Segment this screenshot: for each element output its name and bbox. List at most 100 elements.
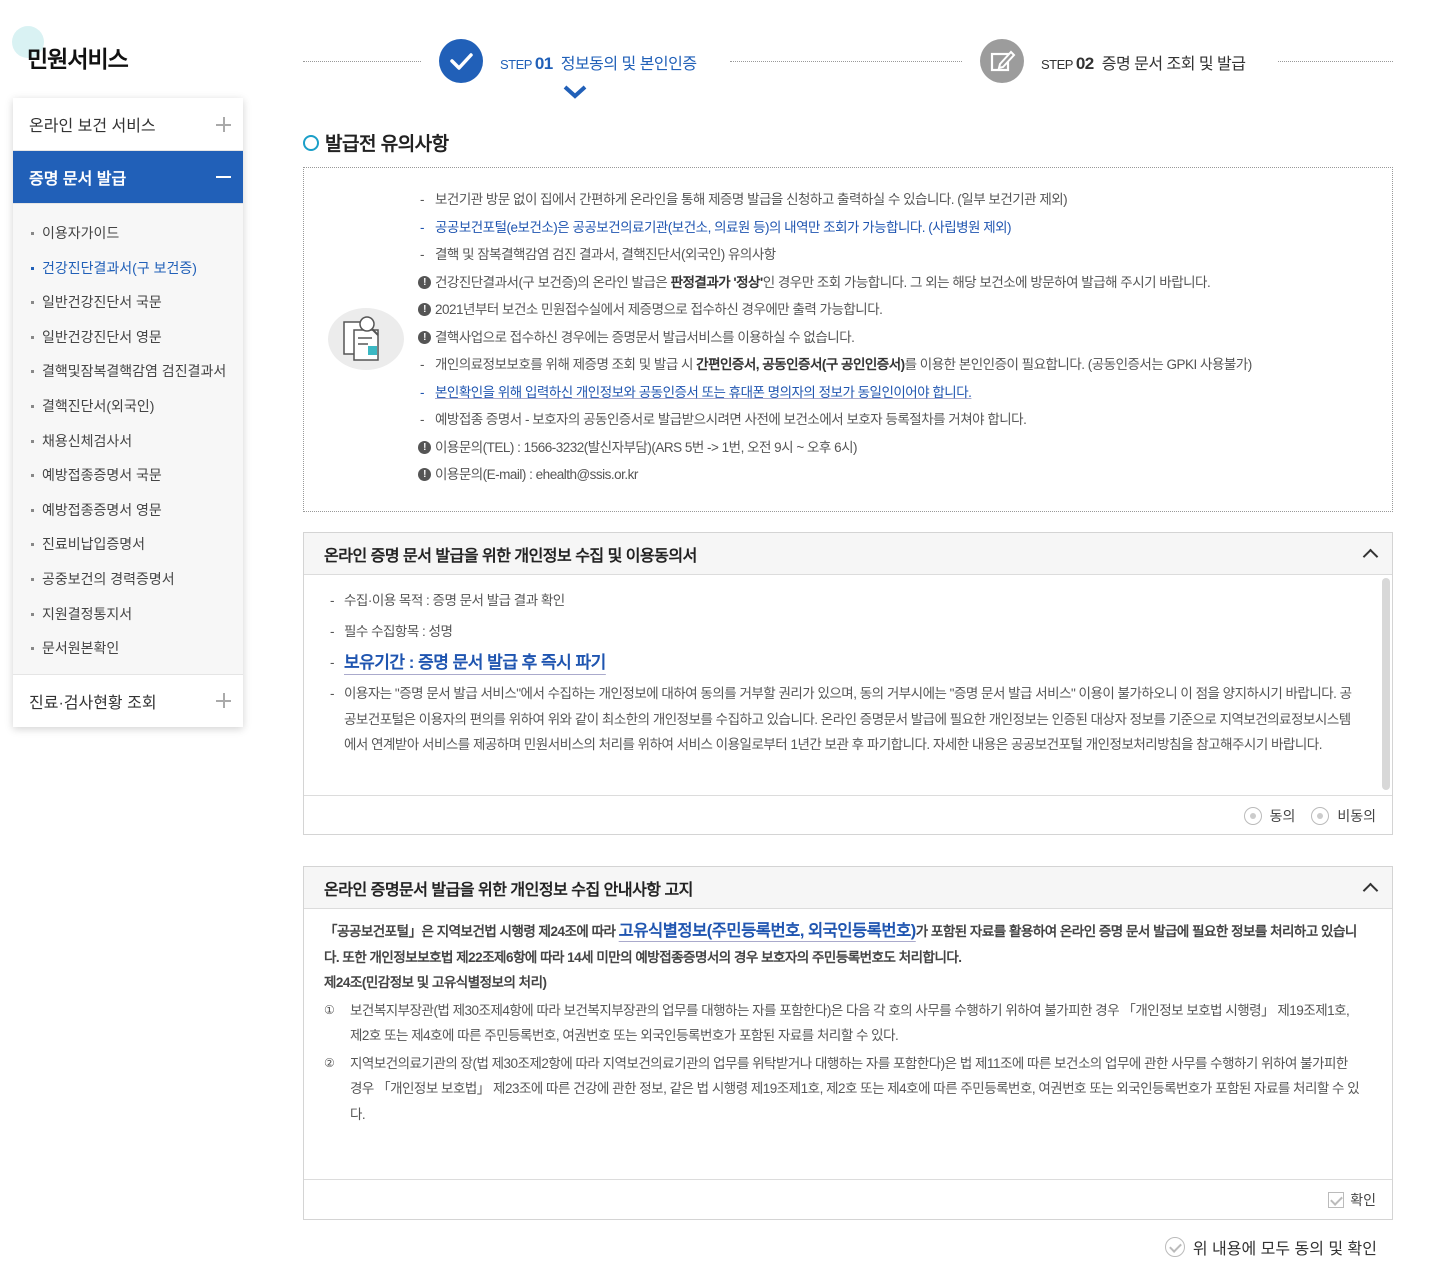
agree-label: 동의 (1269, 807, 1296, 824)
edit-icon (980, 39, 1024, 83)
notice-item: 이용문의(E-mail) : ehealth@ssis.or.kr (417, 461, 1252, 489)
check-icon (439, 39, 483, 83)
chevron-up-icon[interactable] (1362, 882, 1379, 899)
submenu-item[interactable]: 진료비납입증명서 (13, 527, 243, 562)
notice-item: 개인의료정보보호를 위해 제증명 조회 및 발급 시 간편인증서, 공동인증서(… (417, 351, 1252, 379)
notice-text: 건강진단결과서(구 보건증)의 온라인 발급은 (435, 274, 671, 290)
menu-online-health[interactable]: 온라인 보건 서비스 (13, 98, 243, 151)
menu-label: 증명 문서 발급 (29, 171, 127, 188)
notice-box: 보건기관 방문 없이 집에서 간편하게 온라인을 통해 제증명 발급을 신청하고… (303, 167, 1393, 512)
submenu-item[interactable]: 이용자가이드 (13, 216, 243, 251)
step-01: STEP 01 정보동의 및 본인인증 (500, 50, 697, 74)
panel-body: 「공공보건포털」은 지역보건법 시행령 제24조에 따라 고유식별정보(주민등록… (304, 909, 1392, 1179)
agree-radio[interactable]: 동의 (1243, 806, 1296, 826)
item-text: 지역보건의료기관의 장(법 제30조제2항에 따라 지역보건의료기관의 업무를 … (350, 1055, 1360, 1122)
section-title-text: 발급전 유의사항 (325, 134, 449, 155)
confirm-label: 확인 (1350, 1191, 1376, 1208)
consent-panel-collection: 온라인 증명 문서 발급을 위한 개인정보 수집 및 이용동의서 수집·이용 목… (303, 532, 1393, 835)
confirm-checkbox[interactable]: 확인 (1328, 1190, 1376, 1210)
panel-header[interactable]: 온라인 증명문서 발급을 위한 개인정보 수집 안내사항 고지 (304, 867, 1392, 909)
submenu-item[interactable]: 결핵진단서(외국인) (13, 389, 243, 424)
panel-title: 온라인 증명 문서 발급을 위한 개인정보 수집 및 이용동의서 (324, 547, 697, 565)
menu-medical-status[interactable]: 진료·검사현황 조회 (13, 673, 243, 727)
scrollbar[interactable] (1382, 578, 1390, 790)
submenu-list: 이용자가이드 건강진단결과서(구 보건증) 일반건강진단서 국문 일반건강진단서… (13, 204, 243, 674)
submenu-item[interactable]: 지원결정통지서 (13, 597, 243, 632)
purpose-text: 수집·이용 목적 : 증명 문서 발급 결과 확인 (330, 585, 1362, 616)
notice-text: 를 이용한 본인인증이 필요합니다. (공동인증서는 GPKI 사용불가) (904, 357, 1253, 372)
notice-item: 결핵사업으로 접수하신 경우에는 증명문서 발급서비스를 이용하실 수 없습니다… (417, 324, 1252, 352)
submenu-item-active[interactable]: 건강진단결과서(구 보건증) (13, 251, 243, 286)
step-prefix: STEP (500, 57, 532, 72)
notice-item: 공공보건포털(e보건소)은 공공보건의료기관(보건소, 의료원 등)의 내역만 … (417, 214, 1252, 242)
minus-icon (216, 176, 231, 178)
disagree-radio[interactable]: 비동의 (1311, 806, 1376, 826)
chevron-up-icon[interactable] (1362, 548, 1379, 565)
radio-icon (1311, 806, 1330, 825)
plus-icon (216, 693, 231, 709)
retention-text: 보유기간 : 증명 문서 발급 후 즉시 파기 (344, 653, 606, 672)
submenu-item[interactable]: 일반건강진단서 국문 (13, 285, 243, 320)
active-step-indicator (563, 85, 587, 99)
article-item: ② 지역보건의료기관의 장(법 제30조제2항에 따라 지역보건의료기관의 업무를… (324, 1051, 1362, 1128)
sidebar-title: 민원서비스 (27, 46, 129, 72)
notice-text: 개인의료정보보호를 위해 제증명 조회 및 발급 시 (435, 357, 697, 372)
notice-bold: 판정결과가 '정상' (670, 274, 764, 290)
step-label: 정보동의 및 본인인증 (560, 56, 697, 73)
panel-header[interactable]: 온라인 증명 문서 발급을 위한 개인정보 수집 및 이용동의서 (304, 533, 1392, 575)
intro-highlight: 고유식별정보(주민등록번호, 외국인등록번호) (618, 922, 917, 940)
document-search-icon (328, 308, 404, 370)
notice-item: 보건기관 방문 없이 집에서 간편하게 온라인을 통해 제증명 발급을 신청하고… (417, 186, 1252, 214)
notice-list: 보건기관 방문 없이 집에서 간편하게 온라인을 통해 제증명 발급을 신청하고… (417, 186, 1252, 489)
consent-panel-notice: 온라인 증명문서 발급을 위한 개인정보 수집 안내사항 고지 「공공보건포털」… (303, 866, 1393, 1220)
item-number: ② (324, 1055, 335, 1070)
submenu-item[interactable]: 예방접종증명서 국문 (13, 458, 243, 493)
checkbox-icon (1328, 1191, 1345, 1208)
step-prefix: STEP (1041, 57, 1073, 72)
panel-footer: 확인 (304, 1179, 1392, 1219)
panel-footer: 동의 비동의 (304, 795, 1392, 835)
notice-item: 예방접종 증명서 - 보호자의 공동인증서로 발급받으시려면 사전에 보건소에서… (417, 406, 1252, 434)
notice-item: 2021년부터 보건소 민원접수실에서 제증명으로 접수하신 경우에만 출력 가… (417, 296, 1252, 324)
required-text: 필수 수집항목 : 성명 (330, 616, 1362, 647)
step-label: 증명 문서 조회 및 발급 (1101, 56, 1246, 73)
disagree-label: 비동의 (1337, 807, 1376, 824)
plus-icon (216, 116, 231, 132)
item-number: ① (324, 1002, 335, 1017)
article-item: ① 보건복지부장관(법 제30조제4항에 따라 보건복지부장관의 업무를 대행하는… (324, 998, 1362, 1049)
step-02: STEP 02 증명 문서 조회 및 발급 (1041, 50, 1246, 74)
pencil-icon (303, 134, 319, 151)
notice-text: 인 경우만 조회 가능합니다. 그 외는 해당 보건소에 방문하여 발급해 주시… (762, 274, 1211, 290)
submenu-item[interactable]: 일반건강진단서 영문 (13, 320, 243, 355)
menu-certificate-issue[interactable]: 증명 문서 발급 (13, 151, 243, 204)
menu-label: 온라인 보건 서비스 (29, 118, 156, 135)
section-title: 발급전 유의사항 (303, 129, 449, 156)
intro-pre: 「공공보건포털」은 지역보건법 시행령 제24조에 따라 (324, 924, 619, 939)
item-text: 보건복지부장관(법 제30조제4항에 따라 보건복지부장관의 업무를 대행하는 … (350, 1002, 1350, 1044)
notice-item: 건강진단결과서(구 보건증)의 온라인 발급은 판정결과가 '정상'인 경우만 … (417, 269, 1252, 297)
step-divider (730, 61, 962, 62)
step-divider (303, 61, 421, 62)
submenu-item[interactable]: 문서원본확인 (13, 631, 243, 666)
check-circle-icon (1164, 1237, 1185, 1257)
article-title: 제24조(민감정보 및 고유식별정보의 처리) (324, 975, 547, 990)
agree-all-checkbox[interactable]: 위 내용에 모두 동의 및 확인 (1164, 1235, 1377, 1259)
notice-bold: 간편인증서, 공동인증서(구 공인인증서) (696, 357, 905, 372)
step-number: 01 (534, 54, 553, 73)
intro-text: 「공공보건포털」은 지역보건법 시행령 제24조에 따라 고유식별정보(주민등록… (324, 919, 1362, 970)
notice-item: 이용문의(TEL) : 1566-3232(발신자부담)(ARS 5번 -> 1… (417, 434, 1252, 462)
sidebar-menu: 온라인 보건 서비스 증명 문서 발급 이용자가이드 건강진단결과서(구 보건증… (13, 98, 243, 727)
panel-body: 수집·이용 목적 : 증명 문서 발급 결과 확인 필수 수집항목 : 성명 보… (304, 575, 1392, 795)
notice-item: 본인확인을 위해 입력하신 개인정보와 공동인증서 또는 휴대폰 명의자의 정보… (417, 379, 1252, 407)
submenu-item[interactable]: 공중보건의 경력증명서 (13, 562, 243, 597)
submenu-item[interactable]: 예방접종증명서 영문 (13, 493, 243, 528)
step-divider (1278, 61, 1393, 62)
retention-row: 보유기간 : 증명 문서 발급 후 즉시 파기 (330, 647, 1362, 679)
notice-item: 결핵 및 잠복결핵감염 검진 결과서, 결핵진단서(외국인) 유의사항 (417, 241, 1252, 269)
step-number: 02 (1075, 54, 1094, 73)
submenu-item[interactable]: 결핵및잠복결핵감염 검진결과서 (13, 354, 243, 389)
submenu-item[interactable]: 채용신체검사서 (13, 424, 243, 459)
consent-body-text: 이용자는 "증명 문서 발급 서비스"에서 수집하는 개인정보에 대하여 동의를… (330, 681, 1362, 758)
menu-label: 진료·검사현황 조회 (29, 694, 157, 712)
agree-all-label: 위 내용에 모두 동의 및 확인 (1192, 1241, 1377, 1258)
